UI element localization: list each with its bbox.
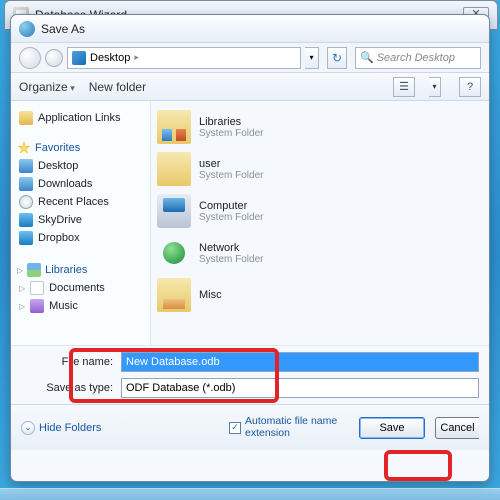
- saveastype-label: Save as type:: [21, 382, 121, 394]
- list-item[interactable]: userSystem Folder: [155, 149, 485, 189]
- checkbox-icon: ✓: [229, 422, 241, 434]
- search-placeholder: Search Desktop: [377, 52, 455, 64]
- sidebar-item-label: Application Links: [38, 112, 121, 124]
- list-item-sub: System Folder: [199, 170, 263, 181]
- organize-menu[interactable]: Organize: [19, 80, 75, 94]
- auto-extension-label: Automatic file name extension: [245, 416, 349, 439]
- sidebar-item-label: Dropbox: [38, 232, 80, 244]
- filename-label: File name:: [21, 356, 121, 368]
- sidebar-item-desktop[interactable]: Desktop: [17, 157, 144, 175]
- music-icon: [30, 299, 44, 313]
- save-as-dialog: Save As Desktop ▸ ▾ ↻ 🔍 Search Desktop O…: [10, 14, 490, 482]
- dialog-title: Save As: [41, 22, 85, 36]
- expand-icon: ▷: [17, 266, 23, 275]
- auto-extension-checkbox[interactable]: ✓ Automatic file name extension: [229, 416, 349, 439]
- filename-value: New Database.odb: [126, 356, 220, 368]
- sidebar-head-label: Favorites: [35, 142, 80, 154]
- list-item[interactable]: NetworkSystem Folder: [155, 233, 485, 273]
- hide-folders-button[interactable]: ⌄ Hide Folders: [21, 421, 101, 435]
- sidebar-item-label: Downloads: [38, 178, 92, 190]
- folder-icon: [157, 278, 191, 312]
- save-button[interactable]: Save: [359, 417, 425, 439]
- saveastype-value: ODF Database (*.odb): [126, 382, 235, 394]
- libraries-icon: [27, 263, 41, 277]
- nav-forward-button[interactable]: [45, 49, 63, 67]
- list-item-sub: System Folder: [199, 254, 263, 265]
- dialog-footer: ⌄ Hide Folders ✓ Automatic file name ext…: [11, 404, 489, 450]
- sidebar-item-dropbox[interactable]: Dropbox: [17, 229, 144, 247]
- libraries-icon: [157, 110, 191, 144]
- sidebar-item-app-links[interactable]: Application Links: [17, 109, 144, 127]
- folder-icon: [157, 152, 191, 186]
- nav-back-button[interactable]: [19, 47, 41, 69]
- sidebar-item-skydrive[interactable]: SkyDrive: [17, 211, 144, 229]
- sidebar-item-downloads[interactable]: Downloads: [17, 175, 144, 193]
- annotation-highlight-save: [384, 450, 452, 481]
- body-area: Application Links Favorites Desktop Down…: [11, 101, 489, 345]
- sidebar-item-label: Documents: [49, 282, 105, 294]
- nav-bar: Desktop ▸ ▾ ↻ 🔍 Search Desktop: [11, 43, 489, 73]
- list-item-name: Libraries: [199, 116, 263, 128]
- address-bar[interactable]: Desktop ▸: [67, 47, 301, 69]
- sidebar-head-label: Libraries: [45, 264, 87, 276]
- list-item-sub: System Folder: [199, 212, 263, 223]
- sidebar-item-label: Music: [49, 300, 78, 312]
- cancel-button[interactable]: Cancel: [435, 417, 479, 439]
- skydrive-icon: [19, 213, 33, 227]
- clock-icon: [19, 195, 33, 209]
- sidebar-item-label: Desktop: [38, 160, 78, 172]
- dropbox-icon: [19, 231, 33, 245]
- desktop-icon: [19, 159, 33, 173]
- list-item-name: Computer: [199, 200, 263, 212]
- address-text: Desktop: [90, 52, 130, 64]
- sidebar-item-documents[interactable]: ▷ Documents: [17, 279, 144, 297]
- list-item-name: Misc: [199, 289, 222, 301]
- search-icon: 🔍: [360, 51, 374, 64]
- list-item[interactable]: Misc: [155, 275, 485, 315]
- view-mode-button[interactable]: ☰: [393, 77, 415, 97]
- taskbar[interactable]: [0, 488, 500, 500]
- hide-folders-label: Hide Folders: [39, 422, 101, 434]
- filename-form: File name: New Database.odb Save as type…: [11, 345, 489, 404]
- downloads-icon: [19, 177, 33, 191]
- filename-input[interactable]: New Database.odb: [121, 352, 479, 372]
- sidebar: Application Links Favorites Desktop Down…: [11, 101, 151, 345]
- sidebar-item-label: SkyDrive: [38, 214, 82, 226]
- file-list[interactable]: LibrariesSystem Folder userSystem Folder…: [151, 101, 489, 345]
- libraries-header[interactable]: ▷ Libraries: [17, 263, 144, 277]
- view-mode-dropdown[interactable]: ▾: [429, 77, 441, 97]
- sidebar-item-recent[interactable]: Recent Places: [17, 193, 144, 211]
- search-input[interactable]: 🔍 Search Desktop: [355, 47, 481, 69]
- new-folder-button[interactable]: New folder: [89, 80, 146, 94]
- expand-icon: ▷: [19, 302, 25, 311]
- chevron-down-icon: ⌄: [21, 421, 35, 435]
- desktop-icon: [72, 51, 86, 65]
- address-dropdown[interactable]: ▾: [305, 47, 319, 69]
- expand-icon: ▷: [19, 284, 25, 293]
- list-item-sub: System Folder: [199, 128, 263, 139]
- network-icon: [157, 236, 191, 270]
- cancel-button-label: Cancel: [440, 422, 474, 434]
- help-button[interactable]: ?: [459, 77, 481, 97]
- star-icon: [17, 141, 31, 155]
- list-item[interactable]: ComputerSystem Folder: [155, 191, 485, 231]
- save-button-label: Save: [379, 422, 404, 434]
- list-item[interactable]: LibrariesSystem Folder: [155, 107, 485, 147]
- refresh-button[interactable]: ↻: [327, 47, 347, 69]
- favorites-header[interactable]: Favorites: [17, 141, 144, 155]
- folder-icon: [19, 111, 33, 125]
- sidebar-item-music[interactable]: ▷ Music: [17, 297, 144, 315]
- computer-icon: [157, 194, 191, 228]
- saveastype-dropdown[interactable]: ODF Database (*.odb): [121, 378, 479, 398]
- documents-icon: [30, 281, 44, 295]
- list-item-name: Network: [199, 242, 263, 254]
- dialog-title-bar[interactable]: Save As: [11, 15, 489, 43]
- list-item-name: user: [199, 158, 263, 170]
- sidebar-item-label: Recent Places: [38, 196, 109, 208]
- document-icon: [19, 21, 35, 37]
- chevron-right-icon: ▸: [134, 52, 139, 63]
- toolbar: Organize New folder ☰ ▾ ?: [11, 73, 489, 101]
